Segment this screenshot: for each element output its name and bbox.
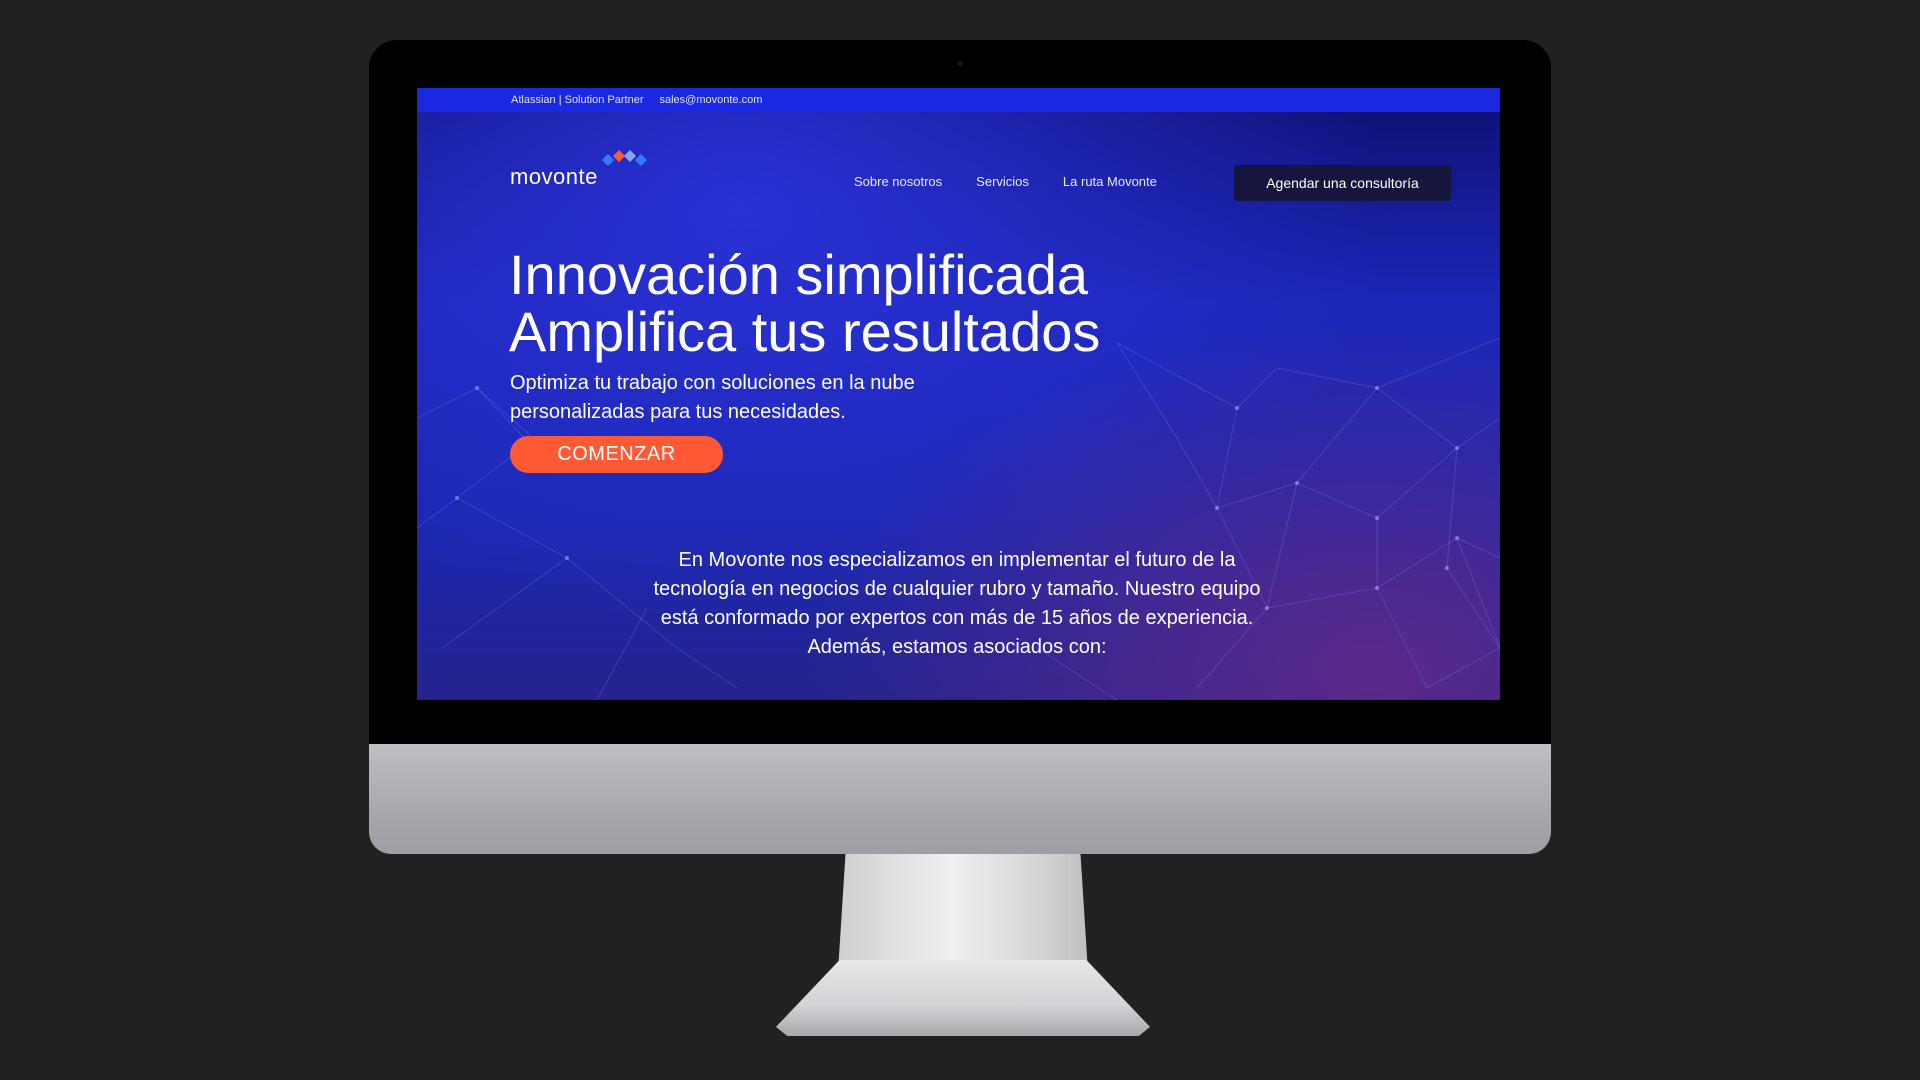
logo-diamonds-icon — [602, 150, 647, 166]
top-info-bar: Atlassian | Solution Partner sales@movon… — [417, 88, 1500, 112]
nav-item-la-ruta-movonte[interactable]: La ruta Movonte — [1063, 174, 1157, 189]
about-paragraph: En Movonte nos especializamos en impleme… — [577, 546, 1337, 662]
logo-wordmark: movonte — [510, 164, 598, 189]
nav-item-servicios[interactable]: Servicios — [976, 174, 1029, 189]
hero-subtitle-line-2: personalizadas para tus necesidades. — [510, 401, 846, 423]
about-line-4: Además, estamos asociados con: — [807, 636, 1107, 658]
hero-subtitle: Optimiza tu trabajo con soluciones en la… — [510, 369, 1030, 427]
about-line-2: tecnología en negocios de cualquier rubr… — [653, 578, 1261, 600]
hero-title-line-2: Amplifica tus resultados — [509, 300, 1101, 363]
hero-title: Innovación simplificada Amplifica tus re… — [509, 246, 1100, 360]
nav-item-sobre-nosotros[interactable]: Sobre nosotros — [854, 174, 942, 189]
contact-email-link[interactable]: sales@movonte.com — [659, 94, 762, 106]
start-button[interactable]: COMENZAR — [510, 436, 723, 473]
camera-dot — [958, 61, 963, 66]
schedule-consultation-button[interactable]: Agendar una consultoría — [1234, 165, 1451, 201]
website-screen: Atlassian | Solution Partner sales@movon… — [417, 88, 1500, 700]
movonte-logo[interactable]: movonte — [510, 144, 650, 190]
monitor-chin — [369, 744, 1551, 854]
hero-subtitle-line-1: Optimiza tu trabajo con soluciones en la… — [510, 372, 915, 394]
main-nav: Sobre nosotros Servicios La ruta Movonte — [854, 174, 1157, 189]
hero-title-line-1: Innovación simplificada — [509, 243, 1088, 306]
monitor-stand-neck — [838, 854, 1088, 972]
monitor-stand-base — [776, 960, 1150, 1036]
about-line-3: está conformado por expertos con más de … — [660, 607, 1254, 629]
about-line-1: En Movonte nos especializamos en impleme… — [678, 549, 1236, 571]
partner-label: Atlassian | Solution Partner — [511, 94, 644, 106]
